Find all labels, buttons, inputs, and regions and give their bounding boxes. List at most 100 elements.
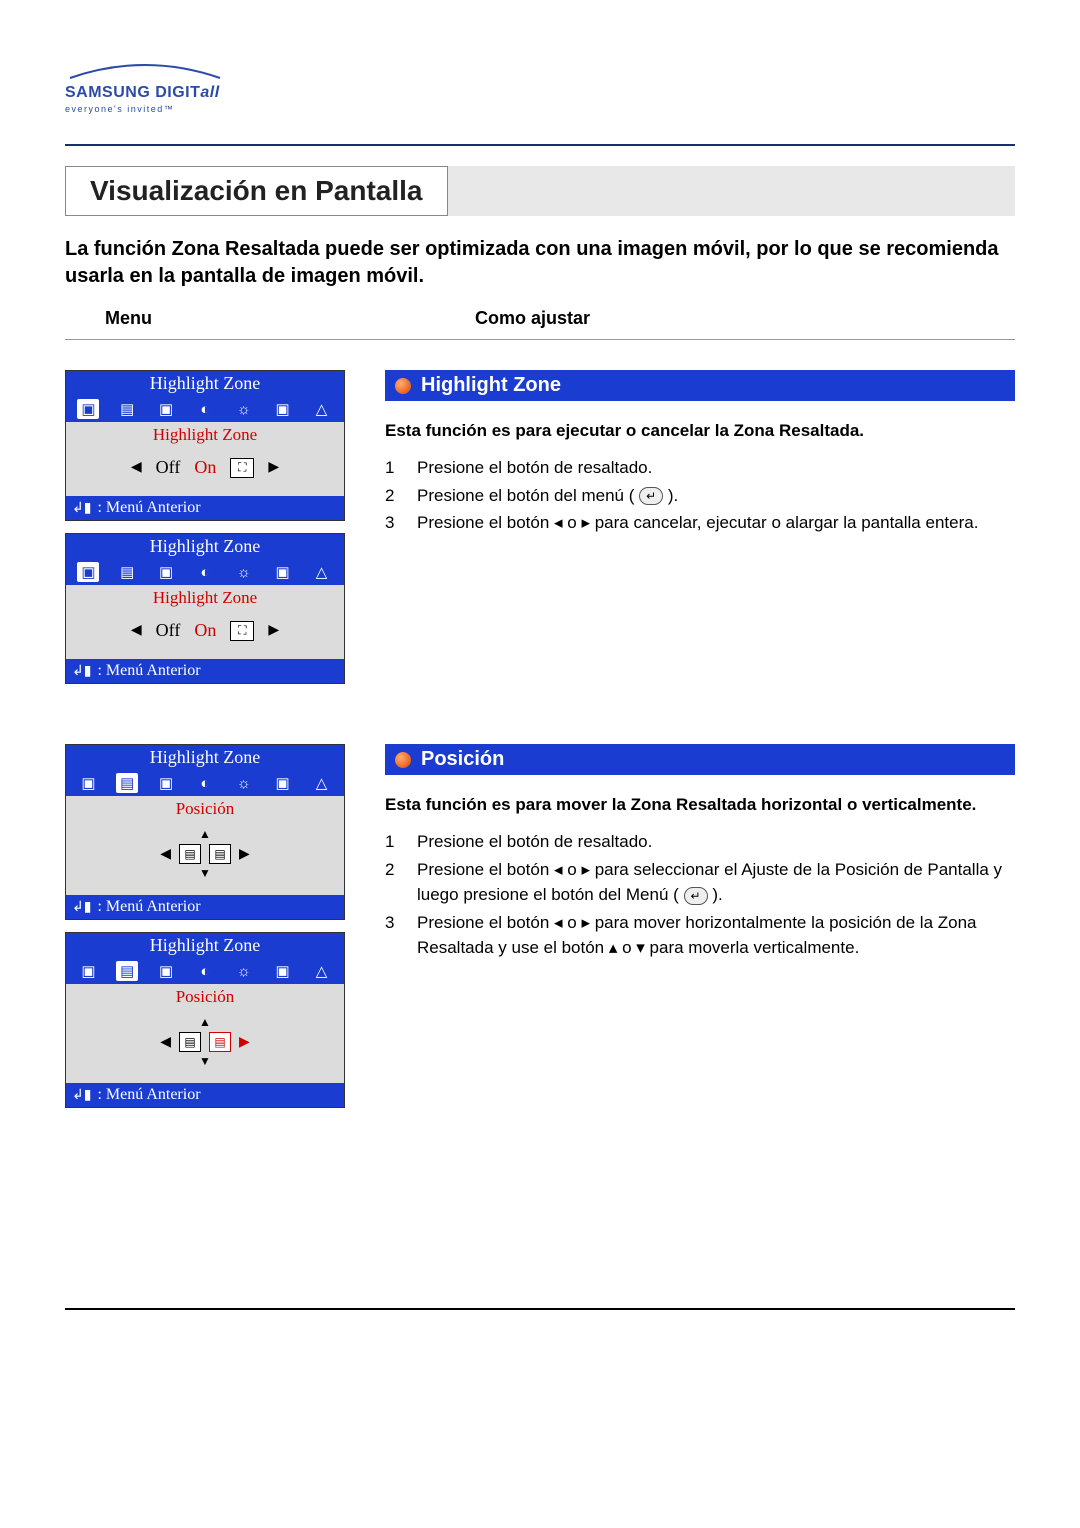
step-item: 1 Presione el botón de resaltado.: [385, 455, 1015, 481]
triangle-left-icon: ◀: [131, 459, 142, 476]
osd-off-label: Off: [156, 457, 181, 478]
triangle-down-icon: ▼: [199, 866, 211, 881]
osd-on-label: On: [194, 620, 216, 641]
osd-zone-icon: ▣: [77, 399, 99, 419]
col-header-menu: Menu: [105, 308, 475, 329]
osd-bulb-icon: ☼: [233, 773, 255, 793]
osd-list-icon: ▤: [116, 773, 138, 793]
intro-text: La función Zona Resaltada puede ser opti…: [65, 236, 1015, 290]
logo-swoosh-icon: [65, 60, 225, 84]
osd-contrast-icon: ◐: [194, 961, 216, 981]
bottom-rule: [65, 1308, 1015, 1310]
osd-footer-text: : Menú Anterior: [97, 1086, 200, 1104]
osd-contrast-icon: ◐: [194, 773, 216, 793]
osd-list-icon: ▤: [116, 399, 138, 419]
step-text-tail: ).: [712, 885, 722, 904]
osd-subtitle-highlight: Highlight Zone: [66, 422, 344, 447]
step-text-part: Presione el botón del menú (: [417, 486, 634, 505]
logo-block: SAMSUNG DIGITall everyone's invited™: [65, 60, 1015, 114]
step-number: 2: [385, 483, 403, 509]
step-text-tail: ).: [668, 486, 678, 505]
step-text: Presione el botón de resaltado.: [417, 829, 1015, 855]
osd-iconbar: ▣ ▤ ▣ ◐ ☼ ▣ △: [66, 396, 344, 422]
pos-screen-left-icon: ▤: [179, 1032, 201, 1052]
osd-panel-pos-1: Highlight Zone ▣ ▤ ▣ ◐ ☼ ▣ △ Posición ▲ …: [65, 744, 345, 920]
osd-screen-icon: ▣: [155, 961, 177, 981]
step-item: 2 Presione el botón del menú ( ↵ ).: [385, 483, 1015, 509]
osd-on-label: On: [194, 457, 216, 478]
osd-footer-text: : Menú Anterior: [97, 499, 200, 517]
menu-screenshots-highlight: Highlight Zone ▣ ▤ ▣ ◐ ☼ ▣ △ Highlight Z…: [65, 370, 345, 684]
section-title: Highlight Zone: [421, 374, 561, 397]
section-header-highlight: Highlight Zone: [385, 370, 1015, 401]
osd-iconbar: ▣ ▤ ▣ ◐ ☼ ▣ △: [66, 559, 344, 585]
triangle-left-icon: ◀: [131, 622, 142, 639]
logo-brand-suffix: all: [200, 84, 219, 101]
header-underline: [65, 339, 1015, 340]
logo-text: SAMSUNG DIGITall: [65, 84, 1015, 102]
step-text-part: Presione el botón ◂ o ▸ para seleccionar…: [417, 860, 1002, 905]
triangle-right-icon: ▶: [268, 459, 279, 476]
triangle-right-icon: ▶: [268, 622, 279, 639]
osd-zone-icon: ▣: [77, 961, 99, 981]
section-highlight-zone: Highlight Zone ▣ ▤ ▣ ◐ ☼ ▣ △ Highlight Z…: [65, 370, 1015, 684]
highlight-description: Highlight Zone Esta función es para ejec…: [385, 370, 1015, 684]
bullet-icon: [395, 378, 411, 394]
osd-zone-icon: ▣: [77, 773, 99, 793]
page-title-row: Visualización en Pantalla: [65, 166, 1015, 216]
section-title: Posición: [421, 748, 504, 771]
osd-control-row: ◀ Off On ⛶ ▶: [66, 447, 344, 496]
osd-footer-text: : Menú Anterior: [97, 662, 200, 680]
osd-footer: ↲▮ : Menú Anterior: [66, 496, 344, 520]
osd-title: Highlight Zone: [66, 534, 344, 559]
step-item: 2 Presione el botón ◂ o ▸ para seleccion…: [385, 857, 1015, 908]
triangle-left-icon: ◀: [160, 1034, 171, 1051]
osd-bulb-icon: ☼: [233, 399, 255, 419]
osd-subtitle-highlight: Highlight Zone: [66, 585, 344, 610]
pos-screen-left-icon: ▤: [179, 844, 201, 864]
page-title: Visualización en Pantalla: [65, 166, 448, 216]
osd-screen-icon: ▣: [155, 562, 177, 582]
osd-warn-icon: △: [310, 961, 332, 981]
triangle-right-icon: ▶: [239, 1034, 250, 1051]
osd-list-icon: ▤: [116, 562, 138, 582]
osd-footer-text: : Menú Anterior: [97, 898, 200, 916]
triangle-right-icon: ▶: [239, 846, 250, 863]
pos-screen-right-icon: ▤: [209, 1032, 231, 1052]
osd-back-icon: ↲▮: [72, 500, 91, 517]
osd-warn-icon: △: [310, 562, 332, 582]
step-item: 1 Presione el botón de resaltado.: [385, 829, 1015, 855]
step-item: 3 Presione el botón ◂ o ▸ para mover hor…: [385, 910, 1015, 961]
osd-footer: ↲▮ : Menú Anterior: [66, 1083, 344, 1107]
osd-panel-highlight-1: Highlight Zone ▣ ▤ ▣ ◐ ☼ ▣ △ Highlight Z…: [65, 370, 345, 521]
osd-warn-icon: △: [310, 399, 332, 419]
steps-list: 1 Presione el botón de resaltado. 2 Pres…: [385, 455, 1015, 536]
step-text: Presione el botón del menú ( ↵ ).: [417, 483, 1015, 509]
osd-contrast-icon: ◐: [194, 562, 216, 582]
osd-back-icon: ↲▮: [72, 663, 91, 680]
step-item: 3 Presione el botón ◂ o ▸ para cancelar,…: [385, 510, 1015, 536]
pos-screen-right-icon: ▤: [209, 844, 231, 864]
osd-expand-icon: ▣: [272, 399, 294, 419]
osd-expand-small-icon: ⛶: [230, 621, 254, 641]
osd-subtitle-pos: Posición: [66, 796, 344, 821]
section-desc: Esta función es para ejecutar o cancelar…: [385, 421, 1015, 441]
step-text: Presione el botón ◂ o ▸ para seleccionar…: [417, 857, 1015, 908]
osd-panel-highlight-2: Highlight Zone ▣ ▤ ▣ ◐ ☼ ▣ △ Highlight Z…: [65, 533, 345, 684]
top-rule: [65, 144, 1015, 146]
osd-warn-icon: △: [310, 773, 332, 793]
step-number: 1: [385, 455, 403, 481]
osd-back-icon: ↲▮: [72, 899, 91, 916]
osd-list-icon: ▤: [116, 961, 138, 981]
osd-panel-pos-2: Highlight Zone ▣ ▤ ▣ ◐ ☼ ▣ △ Posición ▲ …: [65, 932, 345, 1108]
osd-subtitle-pos: Posición: [66, 984, 344, 1009]
step-text: Presione el botón de resaltado.: [417, 455, 1015, 481]
osd-bulb-icon: ☼: [233, 562, 255, 582]
logo-tagline: everyone's invited™: [65, 104, 1015, 114]
osd-iconbar: ▣ ▤ ▣ ◐ ☼ ▣ △: [66, 958, 344, 984]
menu-button-icon: ↵: [684, 887, 708, 905]
osd-screen-icon: ▣: [155, 399, 177, 419]
posicion-description: Posición Esta función es para mover la Z…: [385, 744, 1015, 1108]
col-header-adjust: Como ajustar: [475, 308, 975, 329]
bullet-icon: [395, 752, 411, 768]
